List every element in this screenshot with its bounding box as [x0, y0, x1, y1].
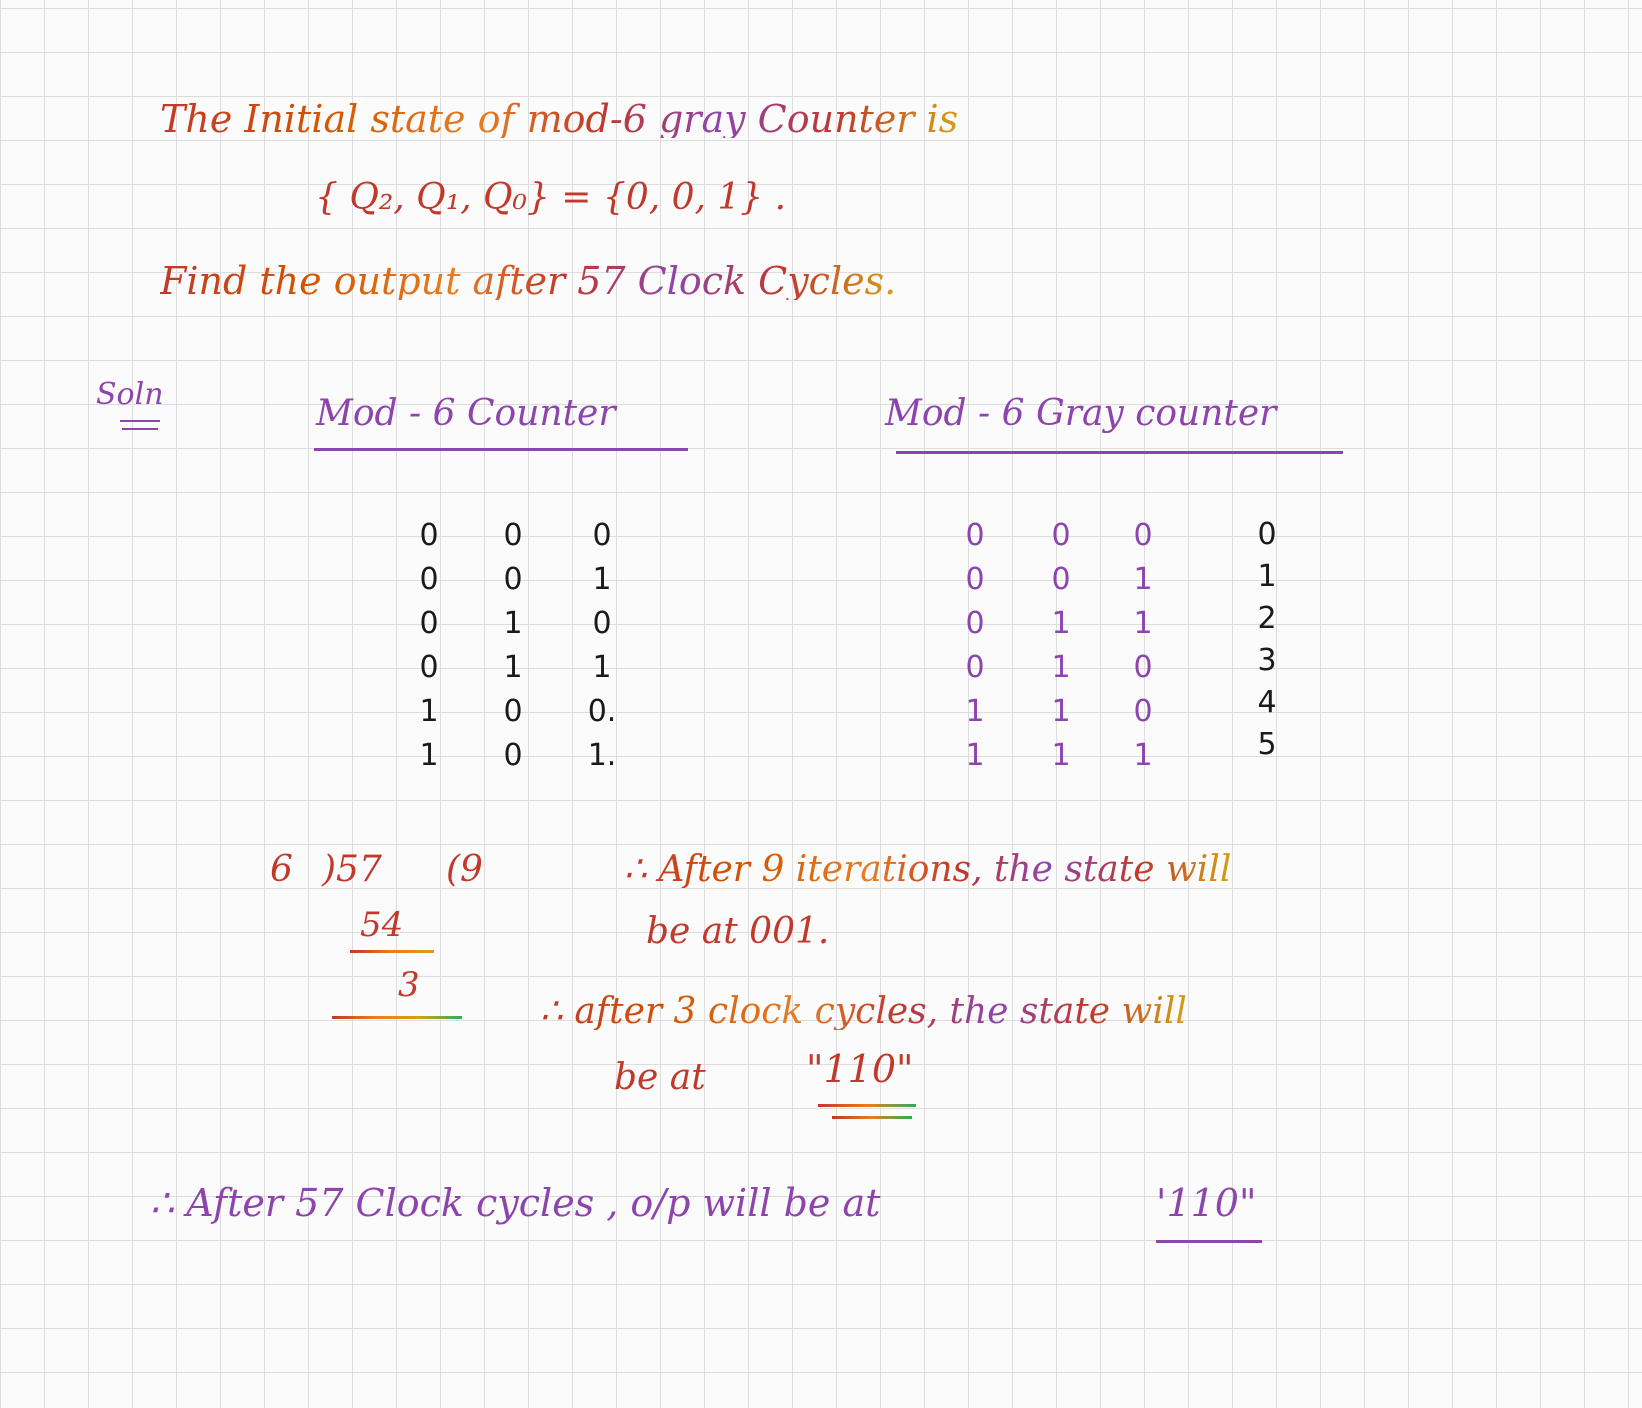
explanation-answer-underline-2	[832, 1116, 912, 1119]
cell: 0	[1133, 518, 1153, 553]
division-product-underline	[350, 950, 434, 953]
mod6-counter-column-q0: 0 1 0 1 0. 1.	[582, 514, 622, 778]
question-line-2: { Q₂, Q₁, Q₀} = {0, 0, 1} .	[315, 177, 787, 218]
conclusion-answer-underline	[1156, 1240, 1262, 1243]
cell: 0	[1133, 694, 1153, 729]
cell: 1	[503, 606, 523, 641]
cell: 1	[1051, 606, 1071, 641]
solution-label: Soln	[96, 377, 164, 412]
cell: 1	[965, 738, 985, 773]
mod6-counter-column-q1: 0 0 1 1 0 0	[498, 514, 528, 778]
cell: 0	[419, 518, 439, 553]
cell: 4	[1257, 685, 1277, 720]
cell: 0	[592, 606, 612, 641]
cell: 1	[503, 650, 523, 685]
cell: 1	[1051, 738, 1071, 773]
cell: 0	[503, 694, 523, 729]
cell: 0	[419, 650, 439, 685]
cell: 1	[1051, 694, 1071, 729]
cell: 1	[1133, 562, 1153, 597]
cell: 0	[1133, 650, 1153, 685]
division-dividend: )57	[322, 849, 382, 890]
cell: 1	[419, 738, 439, 773]
cell: 3	[1257, 643, 1277, 678]
explanation-line-4-prefix: be at	[614, 1057, 706, 1098]
cell: 0	[419, 606, 439, 641]
division-divisor: 6	[270, 849, 293, 890]
cell: 0	[592, 518, 612, 553]
cell: 1	[1051, 650, 1071, 685]
mod6-gray-counter-title-underline	[896, 451, 1343, 454]
explanation-line-1: ∴ After 9 iterations, the state will	[624, 849, 1232, 890]
cell: 0	[1051, 518, 1071, 553]
cell: 0.	[587, 694, 617, 729]
mod6-counter-column-q2: 0 0 0 0 1 1	[414, 514, 444, 778]
cell: 1	[592, 562, 612, 597]
cell: 1	[1257, 559, 1277, 594]
conclusion-answer-value: '110"	[1156, 1181, 1257, 1225]
division-quotient: (9	[446, 849, 483, 890]
division-product: 54	[360, 905, 404, 945]
cell: 1	[1133, 738, 1153, 773]
division-remainder-underline	[332, 1016, 462, 1019]
question-line-1: The Initial state of mod-6 gray Counter …	[160, 97, 959, 141]
cell: 0	[419, 562, 439, 597]
gray-counter-state-index: 0 1 2 3 4 5	[1252, 514, 1282, 766]
solution-label-underline-2	[122, 428, 158, 430]
cell: 0	[503, 562, 523, 597]
cell: 0	[965, 606, 985, 641]
gray-counter-column-q2: 0 0 0 0 1 1	[960, 514, 990, 778]
cell: 0	[503, 738, 523, 773]
gray-counter-column-q0: 0 1 1 0 0 1	[1128, 514, 1158, 778]
mod6-counter-title: Mod - 6 Counter	[316, 393, 616, 434]
explanation-answer-value: "110"	[806, 1047, 914, 1091]
cell: 0	[965, 562, 985, 597]
explanation-line-2: be at 001.	[646, 911, 830, 952]
cell: 2	[1257, 601, 1277, 636]
cell: 1.	[587, 738, 617, 773]
explanation-answer-underline-1	[818, 1104, 916, 1107]
cell: 0	[1257, 517, 1277, 552]
cell: 0	[503, 518, 523, 553]
cell: 1	[592, 650, 612, 685]
cell: 0	[965, 650, 985, 685]
cell: 1	[419, 694, 439, 729]
explanation-line-3: ∴ after 3 clock cycles, the state will	[540, 991, 1187, 1032]
cell: 0	[965, 518, 985, 553]
division-remainder: 3	[398, 965, 420, 1005]
gray-counter-column-q1: 0 0 1 1 1 1	[1046, 514, 1076, 778]
mod6-gray-counter-title: Mod - 6 Gray counter	[885, 393, 1277, 434]
cell: 1	[965, 694, 985, 729]
conclusion-text: ∴ After 57 Clock cycles , o/p will be at	[150, 1181, 881, 1225]
cell: 0	[1051, 562, 1071, 597]
cell: 5	[1257, 727, 1277, 762]
solution-label-underline-1	[120, 420, 160, 422]
mod6-counter-title-underline	[314, 448, 688, 451]
question-line-3: Find the output after 57 Clock Cycles.	[160, 259, 897, 303]
cell: 1	[1133, 606, 1153, 641]
